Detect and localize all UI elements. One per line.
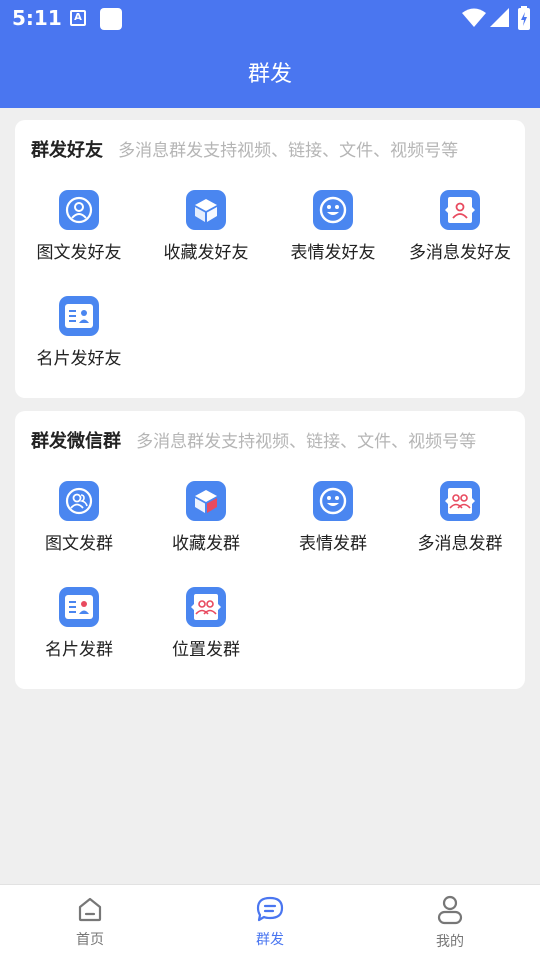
- emoji-to-groups-button[interactable]: 表情发群: [269, 481, 397, 554]
- item-label: 图文发好友: [36, 243, 122, 263]
- item-label: 名片发群: [45, 640, 113, 660]
- tab-mine-label: 我的: [436, 934, 464, 950]
- battery-icon: [518, 6, 530, 30]
- card-icon: [59, 296, 99, 336]
- tab-home[interactable]: 首页: [40, 895, 140, 949]
- item-label: 多消息发群: [417, 534, 503, 554]
- multi-message-to-groups-button[interactable]: 多消息发群: [396, 481, 524, 554]
- groups-card-header: 群发微信群 多消息群发支持视频、链接、文件、视频号等: [31, 427, 477, 452]
- tab-mass-send[interactable]: 群发: [220, 895, 320, 949]
- chat-icon: [256, 896, 284, 922]
- status-time: 5:11: [12, 6, 62, 30]
- tab-home-label: 首页: [76, 932, 104, 948]
- smiley-icon: [313, 190, 353, 230]
- signal-icon: [490, 8, 509, 27]
- item-label: 表情发好友: [290, 243, 376, 263]
- status-bar: 5:11 A: [0, 0, 540, 36]
- location-to-groups-button[interactable]: 位置发群: [142, 587, 270, 660]
- friends-card: 群发好友 多消息群发支持视频、链接、文件、视频号等 图文发好友 收藏发好友 表情…: [15, 120, 525, 398]
- chat-group-icon: [440, 481, 480, 521]
- item-label: 收藏发好友: [163, 243, 249, 263]
- contact-icon: [59, 190, 99, 230]
- item-label: 位置发群: [172, 640, 240, 660]
- a-notification-icon: A: [70, 10, 86, 26]
- chat-person-icon: [440, 190, 480, 230]
- card-to-friends-button[interactable]: 名片发好友: [15, 296, 143, 369]
- cube-icon: [186, 481, 226, 521]
- favorites-to-groups-button[interactable]: 收藏发群: [142, 481, 270, 554]
- groups-card-title: 群发微信群: [31, 431, 121, 452]
- tab-mass-send-label: 群发: [256, 932, 284, 948]
- home-icon: [78, 897, 102, 922]
- smiley-icon: [313, 481, 353, 521]
- item-label: 名片发好友: [36, 349, 122, 369]
- image-text-to-friends-button[interactable]: 图文发好友: [15, 190, 143, 263]
- card-to-groups-button[interactable]: 名片发群: [15, 587, 143, 660]
- wifi-icon: [462, 8, 486, 27]
- item-label: 表情发群: [299, 534, 367, 554]
- groups-card-subtitle: 多消息群发支持视频、链接、文件、视频号等: [136, 432, 477, 452]
- friends-card-subtitle: 多消息群发支持视频、链接、文件、视频号等: [118, 141, 459, 161]
- location-group-icon: [186, 587, 226, 627]
- emoji-to-friends-button[interactable]: 表情发好友: [269, 190, 397, 263]
- card-icon: [59, 587, 99, 627]
- tab-mine[interactable]: 我的: [400, 895, 500, 951]
- person-icon: [437, 895, 463, 925]
- item-label: 多消息发好友: [409, 243, 511, 263]
- top-bar: 5:11 A 群发: [0, 0, 540, 108]
- item-label: 收藏发群: [172, 534, 240, 554]
- image-text-to-groups-button[interactable]: 图文发群: [15, 481, 143, 554]
- favorites-to-friends-button[interactable]: 收藏发好友: [142, 190, 270, 263]
- page-title: 群发: [247, 62, 292, 87]
- app-notification-icon: [100, 8, 122, 30]
- group-contact-icon: [59, 481, 99, 521]
- item-label: 图文发群: [45, 534, 113, 554]
- cube-icon: [186, 190, 226, 230]
- bottom-tab-bar: 首页 群发 我的: [0, 884, 540, 960]
- friends-card-title: 群发好友: [31, 140, 103, 161]
- multi-message-to-friends-button[interactable]: 多消息发好友: [396, 190, 524, 263]
- groups-card: 群发微信群 多消息群发支持视频、链接、文件、视频号等 图文发群 收藏发群 表情发…: [15, 411, 525, 689]
- friends-card-header: 群发好友 多消息群发支持视频、链接、文件、视频号等: [31, 136, 459, 161]
